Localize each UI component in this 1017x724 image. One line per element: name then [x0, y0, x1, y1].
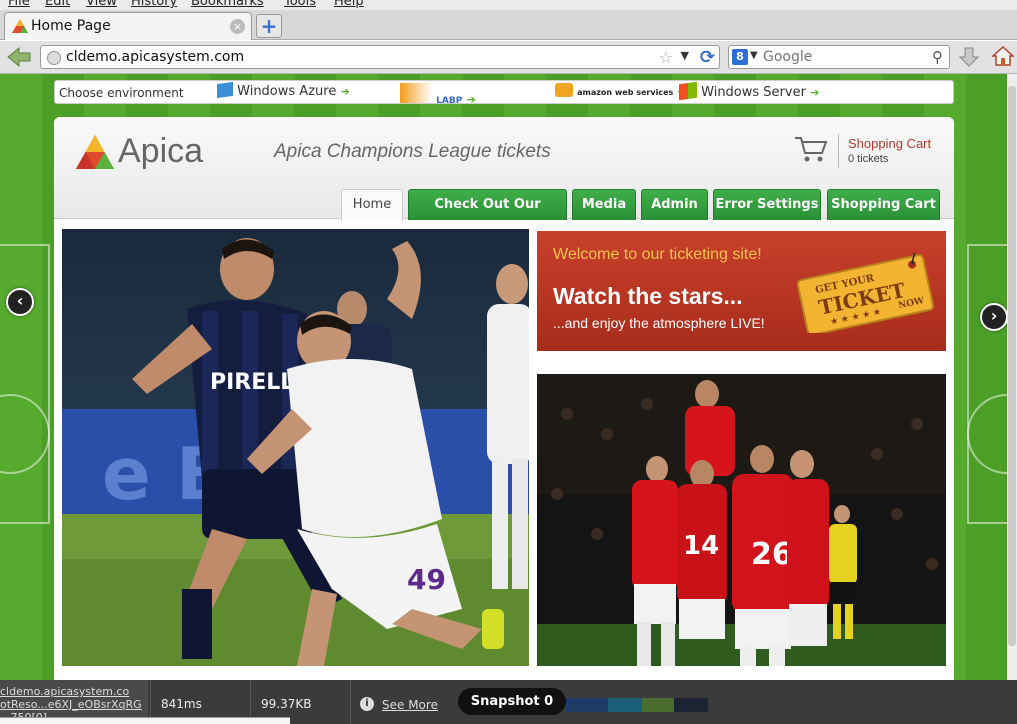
menu-bar: File Edit View History Bookmarks Tools H… — [0, 0, 1017, 10]
nav-home[interactable]: Home — [341, 189, 403, 221]
carousel-prev-button[interactable]: ‹ — [6, 288, 34, 316]
hover-tooltip — [0, 717, 290, 724]
reload-icon[interactable]: ⟳ — [700, 47, 715, 68]
nav-media[interactable]: Media — [572, 189, 636, 220]
context-url-line-2[interactable]: otReso...e6XJ_eOBsrXqRG — [0, 698, 148, 711]
welcome-banner[interactable]: Welcome to our ticketing site! Watch the… — [537, 231, 946, 351]
context-url-line-1[interactable]: cldemo.apicasystem.co — [0, 685, 148, 698]
nav-error-settings[interactable]: Error Settings — [713, 189, 821, 220]
menu-view[interactable]: View — [86, 0, 117, 9]
banner-subheadline: ...and enjoy the atmosphere LIVE! — [553, 315, 765, 331]
timing-bars — [566, 698, 708, 712]
search-input[interactable] — [763, 48, 923, 66]
apica-triangle-icon — [76, 135, 114, 169]
player-number-49: 49 — [407, 563, 446, 596]
team-celebration-image: 14 26 6 — [537, 374, 946, 666]
cart-icon — [795, 137, 828, 162]
env-amazon-label: amazon web services — [577, 88, 674, 97]
page-viewport: Choose environment Windows Azure ➔ LABP … — [0, 74, 1017, 680]
header-shopping-cart[interactable]: Shopping Cart 0 tickets — [794, 131, 944, 171]
labp-logo-icon — [400, 83, 432, 103]
pitch-line-left — [0, 244, 50, 524]
arrow-right-icon: ➔ — [340, 85, 350, 98]
env-amazon[interactable]: amazon web services ➔ — [555, 83, 687, 103]
banner-welcome: Welcome to our ticketing site! — [553, 246, 762, 263]
url-text[interactable]: cldemo.apicasystem.com — [66, 49, 244, 65]
browser-tab-home[interactable]: Home Page × — [4, 12, 252, 40]
tab-strip: Home Page × + — [0, 10, 1017, 40]
timing-bar — [608, 698, 642, 712]
main-nav: Home Check Out Our Tickets Media Admin E… — [54, 189, 954, 242]
menu-bookmarks[interactable]: Bookmarks — [191, 0, 264, 9]
home-icon[interactable] — [992, 45, 1014, 67]
featured-photo-players: e Ba PIRELLI 49 — [62, 229, 529, 666]
site-header: Apica Apica Champions League tickets Sho… — [54, 117, 954, 242]
site-tagline: Apica Champions League tickets — [274, 141, 551, 162]
timing-bar — [642, 698, 674, 712]
apica-favicon-icon — [12, 19, 28, 33]
brand-wordmark: Apica — [118, 132, 204, 170]
search-engine-icon[interactable]: 8 — [732, 49, 748, 65]
environment-bar: Choose environment Windows Azure ➔ LABP … — [54, 80, 954, 106]
arrow-right-icon: ➔ — [466, 93, 476, 106]
env-labp-label: LABP — [436, 96, 463, 106]
player-number-14: 14 — [683, 531, 719, 561]
download-arrow-icon[interactable] — [958, 46, 980, 68]
apica-logo[interactable]: Apica — [76, 131, 216, 171]
windows-logo-icon — [679, 81, 697, 101]
banner-headline: Watch the stars... — [553, 283, 743, 309]
snapshot-button[interactable]: Snapshot 0 — [458, 688, 566, 715]
back-arrow-icon[interactable] — [6, 45, 32, 69]
football-photo-image: e Ba PIRELLI 49 — [62, 229, 529, 666]
response-time: 841ms — [161, 697, 202, 711]
new-tab-button[interactable]: + — [256, 14, 282, 38]
search-engine-dropdown-icon[interactable]: ▼ — [750, 50, 758, 61]
timing-bar — [674, 698, 708, 712]
env-windows-server-label: Windows Server — [701, 85, 806, 100]
arrow-right-icon: ➔ — [810, 86, 820, 99]
ticket-graphic-icon: GET YOUR TICKET NOW ★ ★ ★ ★ ★ — [796, 253, 935, 333]
url-dropdown-icon[interactable]: ▼ — [681, 49, 689, 62]
env-labp[interactable]: LABP ➔ — [400, 83, 476, 106]
site-identity-icon[interactable] — [47, 51, 61, 65]
menu-file[interactable]: File — [8, 0, 30, 9]
tab-close-icon[interactable]: × — [230, 19, 245, 34]
nav-check-out-tickets[interactable]: Check Out Our Tickets — [408, 189, 567, 242]
featured-photo-celebration: 14 26 6 — [537, 374, 946, 666]
environment-label: Choose environment — [59, 86, 184, 100]
search-bar[interactable]: 8 ▼ ⚲ — [728, 45, 950, 69]
aws-logo-icon — [555, 83, 573, 97]
search-magnifier-icon[interactable]: ⚲ — [932, 48, 943, 66]
env-windows-azure[interactable]: Windows Azure ➔ — [217, 81, 350, 103]
col-divider — [350, 680, 351, 724]
menu-history[interactable]: History — [131, 0, 177, 9]
bookmark-star-icon[interactable]: ☆ — [659, 48, 673, 67]
cart-title[interactable]: Shopping Cart — [848, 136, 931, 151]
tab-title: Home Page — [31, 18, 111, 34]
navigation-toolbar: cldemo.apicasystem.com ☆ ▼ ⟳ 8 ▼ ⚲ — [0, 41, 1017, 74]
page-size: 99.37KB — [261, 697, 312, 711]
menu-help[interactable]: Help — [334, 0, 364, 9]
page-scrollbar[interactable] — [1007, 74, 1017, 680]
env-azure-label: Windows Azure — [237, 84, 337, 99]
cart-separator — [838, 134, 839, 168]
carousel-next-button[interactable]: › — [980, 303, 1008, 331]
cart-count: 0 tickets — [848, 153, 889, 165]
timing-bar — [566, 698, 608, 712]
info-icon[interactable]: i — [360, 697, 374, 711]
nav-shopping-cart[interactable]: Shopping Cart — [827, 189, 940, 220]
site-frame: Apica Apica Champions League tickets Sho… — [54, 117, 954, 680]
nav-admin[interactable]: Admin — [641, 189, 708, 220]
azure-logo-icon — [217, 81, 233, 99]
player-number-26: 26 — [751, 537, 793, 572]
menu-tools[interactable]: Tools — [284, 0, 316, 9]
scrollbar-thumb[interactable] — [1008, 86, 1016, 646]
url-bar[interactable]: cldemo.apicasystem.com ☆ ▼ ⟳ — [40, 45, 720, 69]
see-more-link[interactable]: See More — [382, 698, 438, 712]
env-windows-server[interactable]: Windows Server ➔ — [679, 81, 820, 103]
menu-edit[interactable]: Edit — [45, 0, 70, 9]
